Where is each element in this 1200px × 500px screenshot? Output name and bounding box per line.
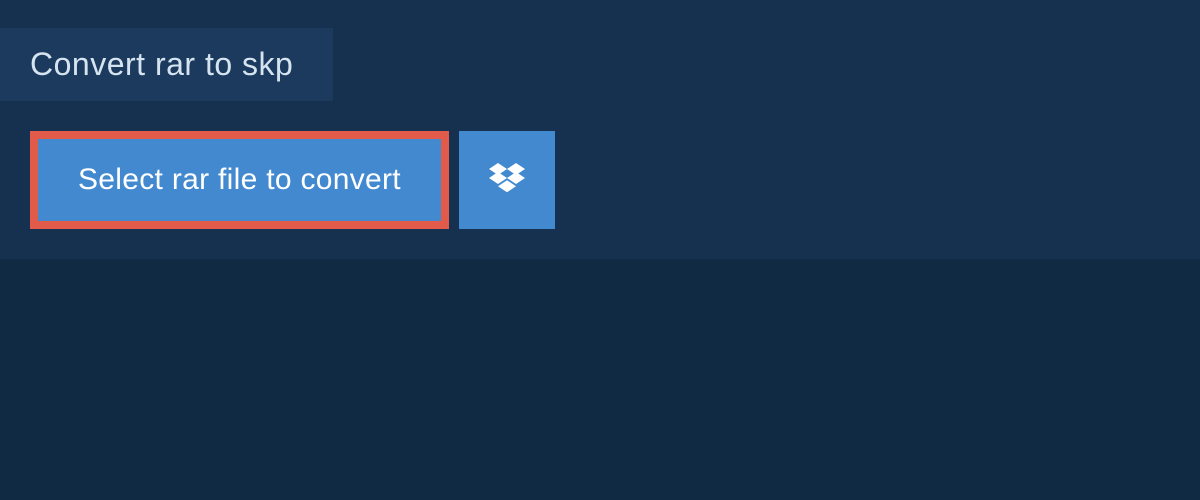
dropbox-icon — [489, 160, 525, 201]
conversion-panel: Convert rar to skp Select rar file to co… — [0, 0, 1200, 259]
tab-title: Convert rar to skp — [30, 46, 293, 82]
select-file-button[interactable]: Select rar file to convert — [30, 131, 449, 229]
select-file-label: Select rar file to convert — [78, 163, 401, 197]
dropbox-button[interactable] — [459, 131, 555, 229]
tab-header[interactable]: Convert rar to skp — [0, 28, 333, 101]
button-row: Select rar file to convert — [30, 131, 1200, 229]
